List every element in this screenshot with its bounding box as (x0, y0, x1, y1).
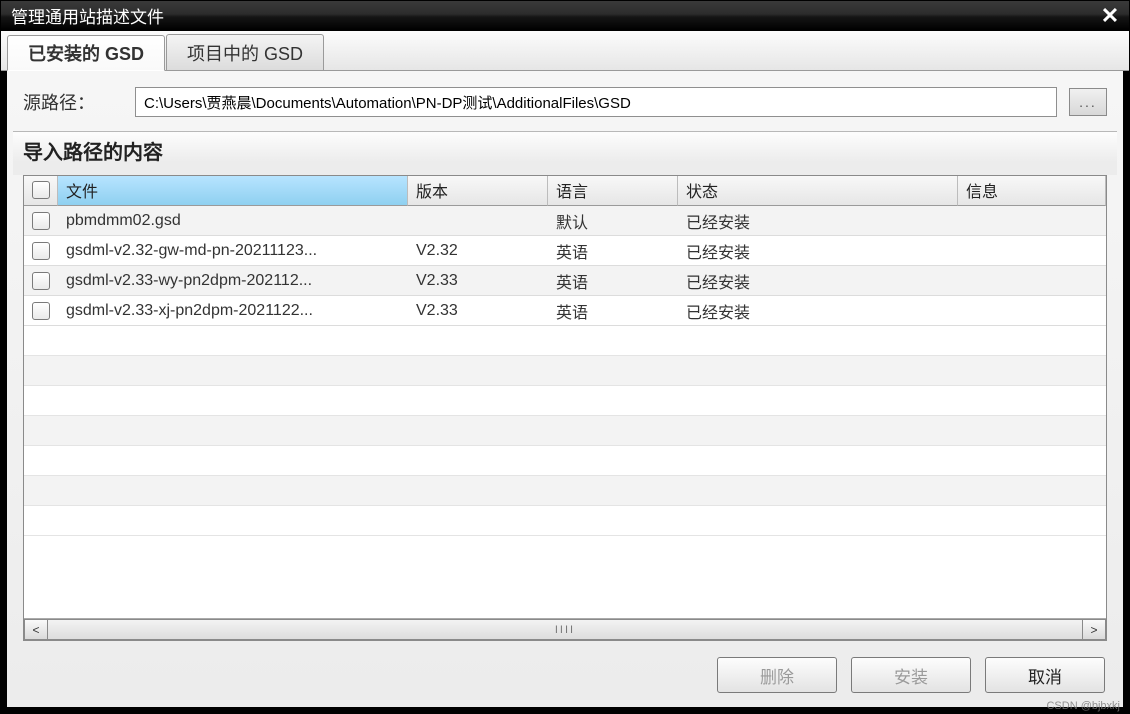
header-version[interactable]: 版本 (408, 176, 548, 206)
cell-status: 已经安装 (678, 299, 958, 323)
source-path-input[interactable] (135, 87, 1057, 117)
table-header-row: 文件 版本 语言 状态 信息 (24, 176, 1106, 206)
cell-language: 英语 (548, 269, 678, 293)
header-checkbox-cell[interactable] (24, 176, 58, 206)
cell-version: V2.33 (408, 302, 548, 320)
header-language[interactable]: 语言 (548, 176, 678, 206)
empty-row (24, 386, 1106, 416)
grid-body: 文件 版本 语言 状态 信息 pbmdmm02.gsd 默认 已经安装 gsd (24, 176, 1106, 618)
select-all-checkbox[interactable] (32, 181, 50, 199)
table-row[interactable]: gsdml-v2.32-gw-md-pn-20211123... V2.32 英… (24, 236, 1106, 266)
ellipsis-icon: ... (1079, 94, 1097, 110)
cell-version: V2.32 (408, 242, 548, 260)
title-bar: 管理通用站描述文件 ✕ (1, 1, 1129, 31)
table-row[interactable]: gsdml-v2.33-wy-pn2dpm-202112... V2.33 英语… (24, 266, 1106, 296)
delete-button[interactable]: 删除 (717, 657, 837, 693)
close-button[interactable]: ✕ (1095, 3, 1125, 29)
source-path-row: 源路径： ... (13, 81, 1117, 131)
tab-label: 已安装的 GSD (28, 40, 144, 66)
file-table: 文件 版本 语言 状态 信息 pbmdmm02.gsd 默认 已经安装 gsd (23, 175, 1107, 641)
content-area: 源路径： ... 导入路径的内容 文件 版本 语言 状态 信息 pbmdm (1, 71, 1129, 713)
empty-row (24, 326, 1106, 356)
close-icon: ✕ (1101, 3, 1119, 29)
source-path-label: 源路径： (23, 89, 123, 115)
row-checkbox[interactable] (32, 242, 50, 260)
row-checkbox[interactable] (32, 302, 50, 320)
cell-status: 已经安装 (678, 209, 958, 233)
row-checkbox[interactable] (32, 272, 50, 290)
chevron-left-icon: < (32, 623, 39, 637)
header-info[interactable]: 信息 (958, 176, 1106, 206)
scroll-right-button[interactable]: > (1082, 619, 1106, 640)
tab-strip: 已安装的 GSD 项目中的 GSD (1, 31, 1129, 71)
scroll-left-button[interactable]: < (24, 619, 48, 640)
chevron-right-icon: > (1090, 623, 1097, 637)
button-label: 安装 (894, 663, 928, 688)
button-label: 删除 (760, 663, 794, 688)
cancel-button[interactable]: 取消 (985, 657, 1105, 693)
tab-installed-gsd[interactable]: 已安装的 GSD (7, 35, 165, 71)
dialog-button-bar: 删除 安装 取消 (13, 641, 1117, 701)
header-file[interactable]: 文件 (58, 176, 408, 206)
empty-row (24, 416, 1106, 446)
table-row[interactable]: pbmdmm02.gsd 默认 已经安装 (24, 206, 1106, 236)
scroll-track[interactable]: IIII (48, 619, 1082, 640)
cell-file: gsdml-v2.33-xj-pn2dpm-2021122... (58, 302, 408, 320)
tab-project-gsd[interactable]: 项目中的 GSD (166, 34, 324, 70)
button-label: 取消 (1028, 663, 1062, 688)
cell-version: V2.33 (408, 272, 548, 290)
cell-status: 已经安装 (678, 239, 958, 263)
row-checkbox[interactable] (32, 212, 50, 230)
cell-language: 英语 (548, 239, 678, 263)
cell-status: 已经安装 (678, 269, 958, 293)
tab-label: 项目中的 GSD (187, 40, 303, 66)
cell-file: pbmdmm02.gsd (58, 212, 408, 230)
browse-button[interactable]: ... (1069, 88, 1107, 116)
empty-row (24, 506, 1106, 536)
header-status[interactable]: 状态 (678, 176, 958, 206)
install-button[interactable]: 安装 (851, 657, 971, 693)
empty-row (24, 446, 1106, 476)
gsd-manager-window: 管理通用站描述文件 ✕ 已安装的 GSD 项目中的 GSD 源路径： ... 导… (0, 0, 1130, 714)
watermark: CSDN @bjbxkj (1046, 700, 1120, 712)
cell-file: gsdml-v2.33-wy-pn2dpm-202112... (58, 272, 408, 290)
empty-row (24, 356, 1106, 386)
cell-language: 英语 (548, 299, 678, 323)
window-title: 管理通用站描述文件 (11, 3, 1095, 28)
cell-file: gsdml-v2.32-gw-md-pn-20211123... (58, 242, 408, 260)
empty-row (24, 476, 1106, 506)
empty-rows (24, 326, 1106, 536)
horizontal-scrollbar[interactable]: < IIII > (24, 618, 1106, 640)
import-contents-header: 导入路径的内容 (13, 131, 1117, 175)
table-row[interactable]: gsdml-v2.33-xj-pn2dpm-2021122... V2.33 英… (24, 296, 1106, 326)
cell-language: 默认 (548, 209, 678, 233)
